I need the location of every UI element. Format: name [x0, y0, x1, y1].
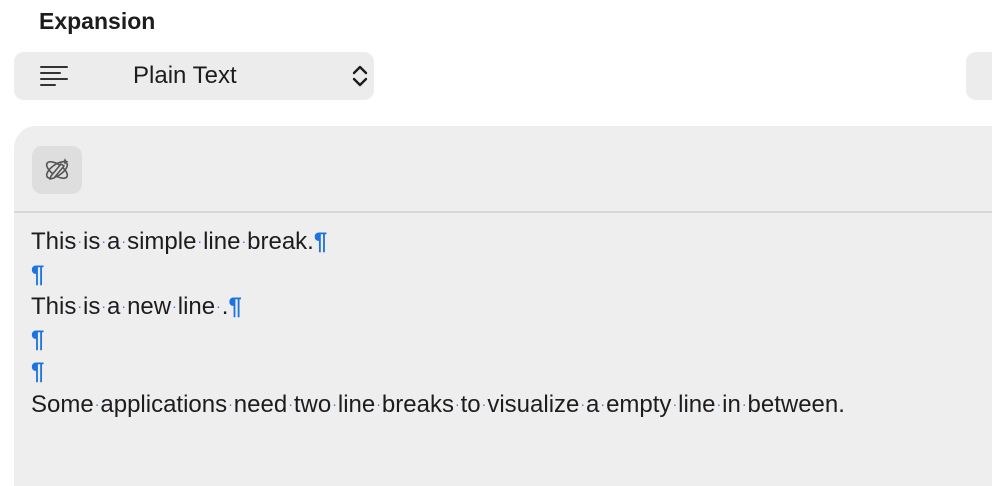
- secondary-control[interactable]: [966, 52, 992, 100]
- editor-word: breaks: [381, 390, 454, 418]
- editor-word: two: [293, 390, 332, 418]
- space-marker: ·: [672, 395, 678, 412]
- editor-line: ¶: [31, 356, 992, 389]
- editor-word: This: [31, 228, 77, 255]
- format-select-value: Plain Text: [133, 62, 237, 89]
- editor-word: visualize: [487, 390, 580, 418]
- space-marker: ·: [121, 233, 127, 249]
- editor-word: is: [83, 293, 101, 320]
- editor-word: break.: [247, 228, 314, 255]
- editor-word: line: [337, 390, 376, 418]
- space-marker: ·: [716, 395, 722, 412]
- ai-writing-tools-button[interactable]: [32, 146, 82, 194]
- space-marker: ·: [741, 395, 747, 412]
- editor-text-area[interactable]: This·is·a·simple·line·break.¶ ¶ This·is·a·…: [31, 226, 992, 421]
- space-marker: ·: [172, 298, 177, 314]
- space-marker: ·: [101, 233, 107, 249]
- editor-line: ¶: [31, 259, 992, 292]
- editor-word: a: [107, 293, 121, 320]
- paragraph-mark: ¶: [31, 260, 45, 288]
- space-marker: ·: [228, 395, 233, 412]
- paragraph-mark: ¶: [313, 228, 328, 255]
- editor-word: to: [460, 390, 481, 418]
- space-marker: ·: [197, 233, 203, 249]
- space-marker: ·: [77, 233, 83, 249]
- space-marker: ·: [216, 298, 221, 314]
- editor-line: This·is·a·simple·line·break.¶: [31, 226, 992, 259]
- space-marker: ·: [77, 298, 83, 314]
- editor-word: line: [678, 390, 716, 418]
- editor-toolbar: [14, 126, 992, 213]
- editor-word: between.: [747, 390, 845, 418]
- space-marker: ·: [376, 395, 381, 412]
- space-marker: ·: [332, 395, 337, 412]
- editor-word: a: [107, 228, 121, 255]
- paragraph-mark: ¶: [31, 325, 45, 353]
- space-marker: ·: [288, 395, 293, 412]
- editor-word: line: [177, 293, 216, 320]
- section-title: Expansion: [39, 8, 156, 34]
- paragraph-mark: ¶: [31, 358, 45, 385]
- chevron-up-down-icon: [352, 65, 368, 87]
- space-marker: ·: [481, 395, 487, 412]
- editor-word: is: [83, 228, 101, 255]
- editor-line: This·is·a·new·line·.¶: [31, 291, 992, 324]
- editor-word: new: [127, 293, 172, 320]
- editor-word: simple: [127, 228, 197, 255]
- editor-line: ¶: [31, 324, 992, 357]
- editor-word: This: [31, 293, 77, 320]
- space-marker: ·: [454, 395, 460, 412]
- text-align-left-icon: [40, 66, 68, 86]
- format-select[interactable]: Plain Text: [14, 52, 374, 100]
- space-marker: ·: [241, 233, 247, 249]
- space-marker: ·: [600, 395, 606, 412]
- editor-word: a: [586, 390, 600, 418]
- editor-line: Some·applications·need·two·line·breaks·t…: [31, 389, 992, 422]
- editor-word: line: [203, 228, 241, 255]
- space-marker: ·: [94, 395, 100, 412]
- space-marker: ·: [101, 298, 107, 314]
- editor-word: applications: [100, 390, 228, 418]
- ai-writing-tools-icon: [45, 158, 69, 180]
- space-marker: ·: [121, 298, 127, 314]
- editor-word: in: [722, 390, 741, 418]
- editor-panel: This·is·a·simple·line·break.¶ ¶ This·is·a·…: [14, 126, 992, 486]
- editor-word: empty: [606, 390, 672, 418]
- editor-word: Some: [31, 390, 94, 418]
- editor-word: need: [233, 390, 288, 418]
- space-marker: ·: [580, 395, 586, 412]
- paragraph-mark: ¶: [228, 293, 242, 320]
